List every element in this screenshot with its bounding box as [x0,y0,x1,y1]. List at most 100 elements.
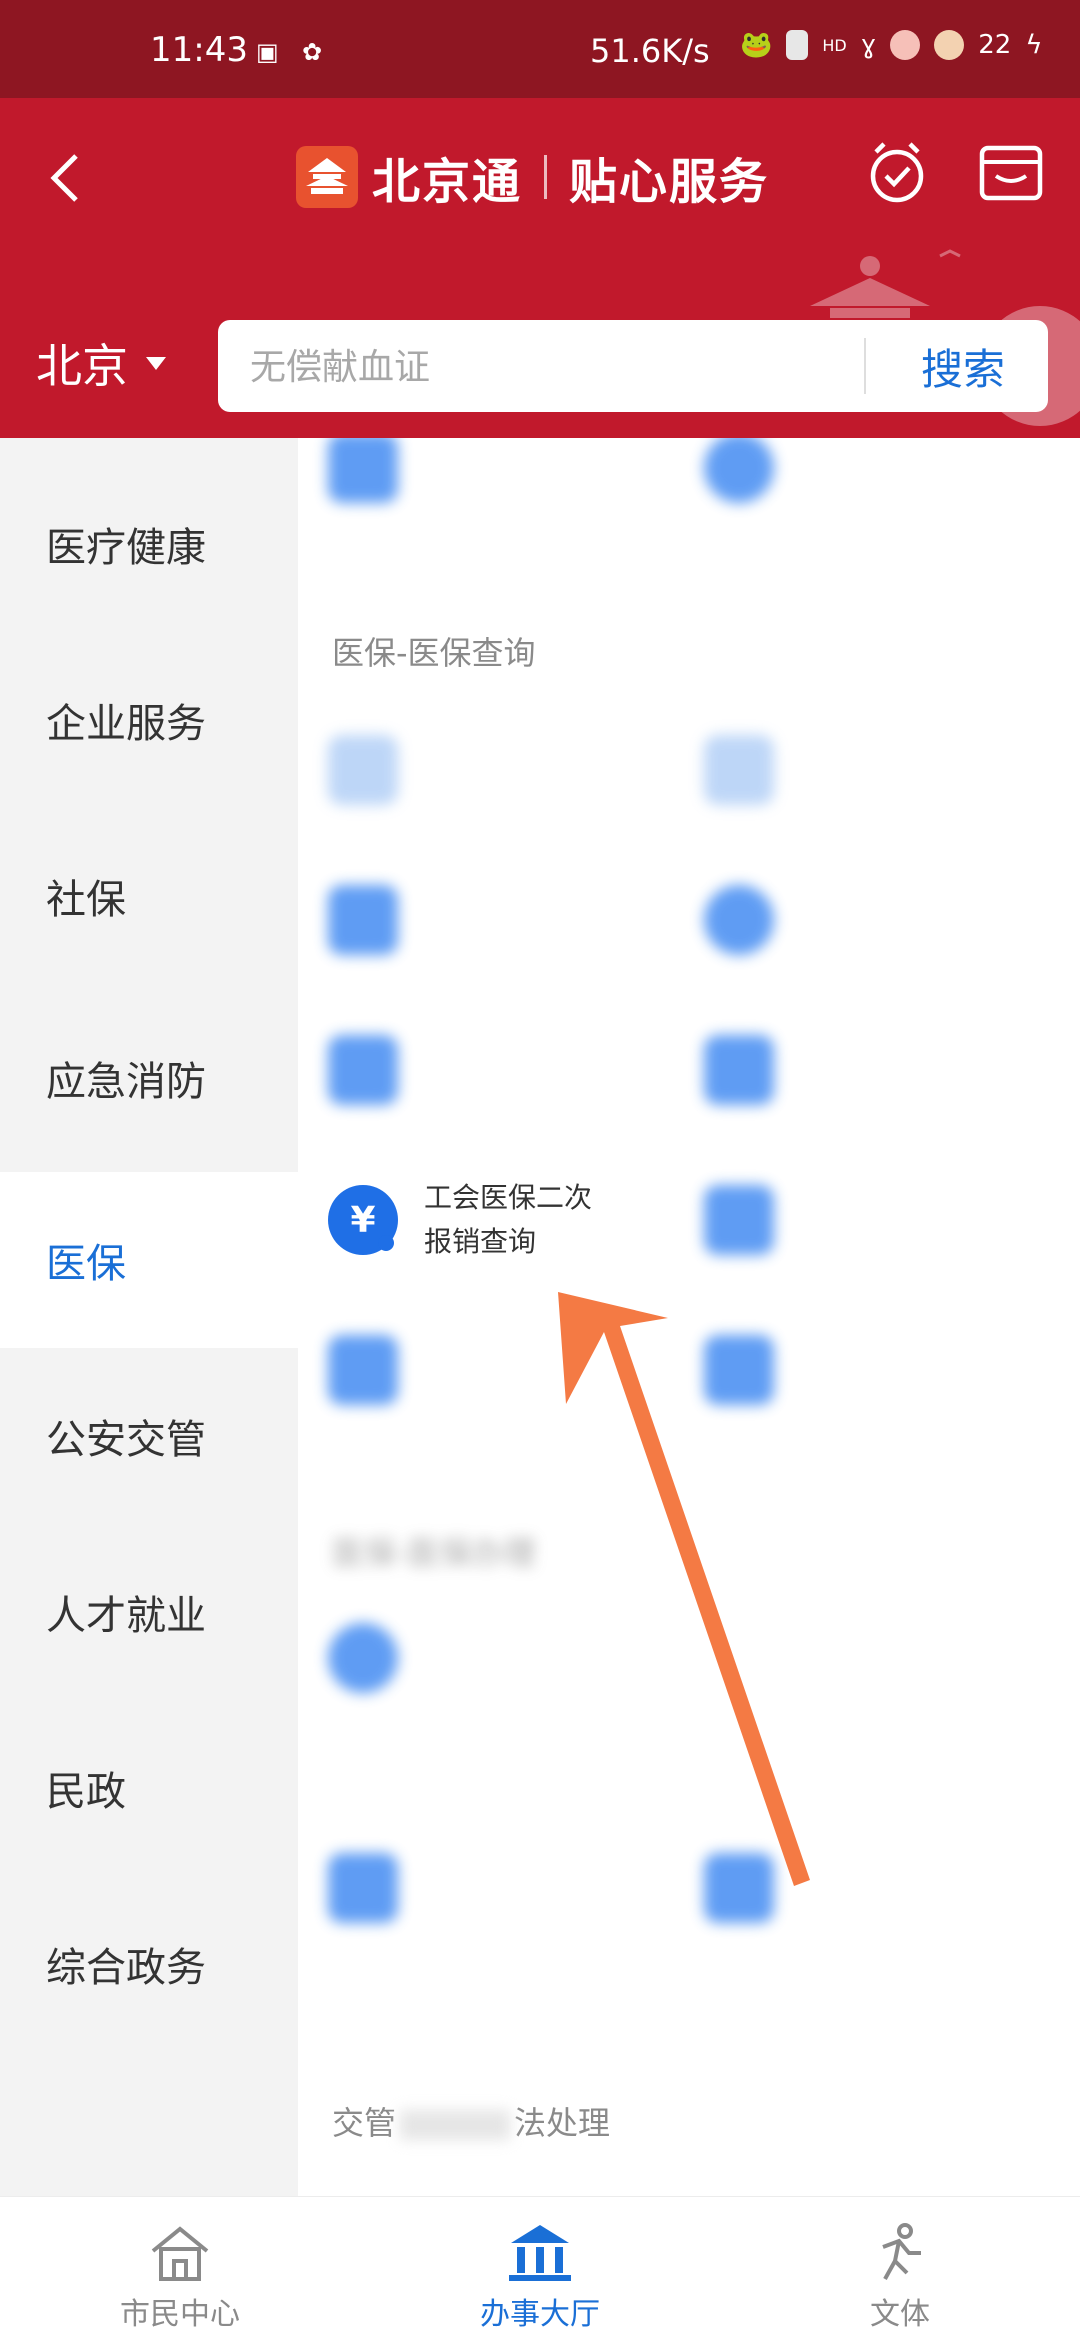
sidebar-item-label: 人才就业 [46,1593,206,1639]
service-label-line2: 报销查询 [424,1225,537,1258]
service-icon [704,1335,774,1405]
temple-logo-icon [296,146,358,208]
service-icon [704,1853,774,1923]
service-item[interactable] [328,1828,688,1948]
service-icon [328,735,398,805]
sidebar-item-partial-bottom [0,2052,298,2196]
service-item[interactable] [328,1598,688,1718]
sidebar-item-label: 民政 [46,1769,126,1815]
city-name: 北京 [36,339,128,393]
stopwatch-check-icon [870,142,924,203]
service-item[interactable] [328,1310,688,1430]
sidebar-item-label: 应急消防 [46,1059,206,1105]
service-item[interactable] [704,1828,1064,1948]
redacted-text [400,2110,511,2140]
city-selector[interactable]: 北京 [36,330,166,396]
sidebar-item-social-security[interactable]: 社保 [0,808,298,984]
section-title: 医保-医保查询 [332,634,536,672]
caret-down-icon [146,356,166,370]
sidebar-item-label: 医保 [46,1241,126,1287]
home-icon [151,2226,209,2281]
service-icon [704,438,774,503]
service-label: 工会医保二次 报销查询 [424,1176,644,1264]
battery-level: 22 [978,30,1012,60]
service-icon [328,1335,398,1405]
service-item[interactable] [328,438,688,528]
service-item[interactable] [704,1160,1064,1280]
back-arrow-icon [50,154,78,202]
runner-icon [882,2223,921,2280]
service-icon [704,735,774,805]
section-title-part2: 法处理 [514,2104,611,2142]
sidebar-item-civil-affairs[interactable]: 民政 [0,1700,298,1876]
sidebar-item-emergency-fire[interactable]: 应急消防 [0,984,298,1172]
service-icon [328,438,398,503]
clock-app-icon [890,30,921,60]
service-item[interactable] [328,710,688,830]
sidebar-item-label: 医疗健康 [46,525,206,571]
service-icon [328,1623,398,1693]
network-speed: 51.6K/s [590,32,710,70]
service-icon [704,885,774,955]
service-item[interactable] [328,860,688,980]
nav-citizen-center[interactable]: 市民中心 [60,2197,300,2341]
service-list: 医保-医保查询 ¥ 工会医保二次 报销查询 医保-医保办理 交管 法处理 [298,438,1080,2196]
section-title: 医保-医保办理 [332,1534,536,1572]
sidebar-item-enterprise[interactable]: 企业服务 [0,632,298,808]
status-bar: 11:43 ▣ ✿ 51.6K/s 🐸 HD ɣ 22 ϟ [0,0,1080,98]
sidebar-item-medical-insurance[interactable]: 医保 [0,1172,298,1348]
app-subtitle: 贴心服务 [569,154,770,210]
status-time: 11:43 [150,30,248,70]
service-icon [704,1185,774,1255]
service-item[interactable] [704,438,1064,528]
service-item[interactable] [704,1310,1064,1430]
sidebar-item-medical-health[interactable]: 医疗健康 [0,456,298,632]
bank-building-icon [509,2225,571,2281]
svg-text:¥: ¥ [350,1200,375,1241]
service-icon [328,885,398,955]
service-icon [704,1035,774,1105]
section-title-traffic: 交管 法处理 [332,2098,610,2144]
service-item[interactable] [704,1010,1064,1130]
app-notification-icon: ✿ [302,38,323,66]
nav-culture-sports[interactable]: 文体 [780,2197,1020,2341]
service-union-insurance-reimbursement-query[interactable]: ¥ 工会医保二次 报销查询 [328,1160,688,1280]
charging-icon: ϟ [1025,30,1043,60]
header: 北京通 贴心服务 北京 搜索 [0,98,1080,438]
brand-divider [544,155,548,199]
section-title-part1: 交管 [332,2104,397,2142]
service-icon [328,1853,398,1923]
wallet-icon [979,145,1043,201]
sidebar-item-label: 企业服务 [46,701,206,747]
notification-icon: ▣ [256,38,279,66]
service-item[interactable] [704,860,1064,980]
nav-label: 文体 [870,2297,930,2332]
sidebar-item-general-affairs[interactable]: 综合政务 [0,1876,298,2052]
sidebar-item-label: 社保 [46,877,126,923]
yuan-search-icon: ¥ [328,1185,398,1255]
category-sidebar: 医疗健康 企业服务 社保 应急消防 医保 公安交管 人才就业 民政 综合政务 [0,438,298,2196]
service-label-line1: 工会医保二次 [424,1181,593,1214]
service-item[interactable] [328,1010,688,1130]
bottom-nav: 市民中心 办事大厅 文体 [0,2196,1080,2341]
service-icon [328,1035,398,1105]
search-divider [864,338,866,394]
service-item[interactable] [704,710,1064,830]
sidebar-item-label: 公安交管 [46,1417,206,1463]
sidebar-item-label: 综合政务 [46,1945,206,1991]
hd-label: HD [822,35,847,55]
card-wallet-button[interactable] [976,138,1046,208]
search-button[interactable]: 搜索 [888,320,1038,412]
sidebar-item-police-traffic[interactable]: 公安交管 [0,1348,298,1524]
peach-icon [934,30,965,60]
sidebar-item-talent-employment[interactable]: 人才就业 [0,1524,298,1700]
timer-button[interactable] [862,132,932,212]
status-icons: 🐸 HD ɣ 22 ϟ [740,30,1042,60]
signal-icon: ɣ [860,30,877,60]
nav-label: 办事大厅 [480,2297,600,2332]
app-name: 北京通 [372,154,523,210]
back-button[interactable] [36,138,96,218]
brand: 北京通 贴心服务 [296,132,769,222]
nav-label: 市民中心 [120,2297,240,2332]
nav-service-hall[interactable]: 办事大厅 [420,2197,660,2341]
